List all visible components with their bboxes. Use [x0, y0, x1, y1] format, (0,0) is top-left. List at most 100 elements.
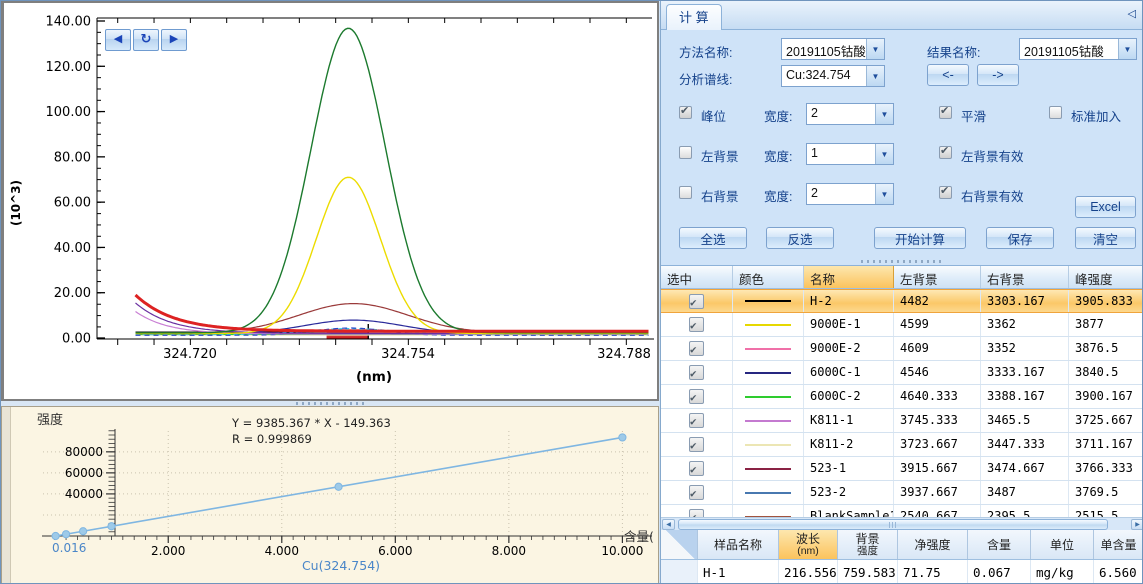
svg-text:含量(: 含量( [624, 529, 654, 544]
left-bg-cell: 4546 [894, 361, 981, 384]
results-header-1[interactable]: 颜色 [733, 266, 804, 288]
start-calculation-button[interactable]: 开始计算 [874, 227, 966, 249]
refresh-icon[interactable]: ↻ [133, 29, 159, 51]
sample-name-cell: 9000E-1 [804, 313, 894, 336]
prev-result-button[interactable]: <- [927, 64, 969, 86]
results-header-0[interactable]: 选中 [661, 266, 733, 288]
sample-name-cell: 9000E-2 [804, 337, 894, 360]
sample-name-cell: K811-2 [804, 433, 894, 456]
left-bg-width-dropdown[interactable]: 1 ▼ [806, 143, 894, 165]
row-checkbox[interactable]: ✔ [689, 294, 704, 309]
left-bg-cell: 4599 [894, 313, 981, 336]
next-result-button[interactable]: -> [977, 64, 1019, 86]
svg-text:Y = 9385.367 * X - 149.363: Y = 9385.367 * X - 149.363 [231, 416, 391, 430]
table-row[interactable]: ✔523-13915.6673474.6673766.333 [661, 457, 1143, 481]
series-color-swatch [745, 492, 791, 494]
sample-header-6[interactable]: 单位 [1031, 530, 1094, 559]
svg-text:2.000: 2.000 [151, 544, 185, 558]
save-button[interactable]: 保存 [986, 227, 1054, 249]
row-checkbox[interactable]: ✔ [689, 485, 704, 500]
series-color-swatch [745, 396, 791, 398]
panel-splitter[interactable] [661, 257, 1143, 265]
scroll-right-icon[interactable]: ▶ [1131, 519, 1143, 530]
analysis-line-dropdown[interactable]: Cu:324.754 ▼ [781, 65, 885, 87]
results-header-3[interactable]: 左背景 [894, 266, 981, 288]
svg-text:8.000: 8.000 [492, 544, 526, 558]
scan-prev-button[interactable]: ◀ [105, 29, 131, 51]
method-name-value: 20191105钴酸 [782, 39, 866, 59]
horizontal-scrollbar[interactable]: ◀ ▶ [661, 517, 1143, 530]
peak-position-checkbox[interactable]: ✔ [679, 106, 692, 119]
peak-width-value: 2 [807, 104, 875, 124]
table-row[interactable]: ✔H-244823303.1673905.833 [661, 289, 1143, 313]
sample-row[interactable]: H-1216.556759.58371.750.067mg/kg6.560 [661, 560, 1143, 584]
tab-calculate[interactable]: 计 算 [666, 4, 722, 30]
unit-content-cell: 6.560 [1094, 560, 1143, 584]
dropdown-arrow-icon[interactable]: ▼ [875, 184, 893, 204]
dropdown-arrow-icon[interactable]: ▼ [1118, 39, 1136, 59]
result-name-value: 20191105钴酸 [1020, 39, 1118, 59]
method-name-dropdown[interactable]: 20191105钴酸 ▼ [781, 38, 885, 60]
table-row[interactable]: ✔523-23937.66734873769.5 [661, 481, 1143, 505]
table-row[interactable]: ✔6000C-145463333.1673840.5 [661, 361, 1143, 385]
results-header-2[interactable]: 名称 [804, 266, 894, 288]
right-bg-valid-checkbox[interactable]: ✔ [939, 186, 952, 199]
smooth-checkbox[interactable]: ✔ [939, 106, 952, 119]
scan-next-button[interactable]: ▶ [161, 29, 187, 51]
right-background-checkbox[interactable]: ✔ [679, 186, 692, 199]
row-checkbox[interactable]: ✔ [689, 365, 704, 380]
standard-addition-checkbox[interactable]: ✔ [1049, 106, 1062, 119]
sample-header-3[interactable]: 背景强度 [838, 530, 898, 559]
standard-addition-label: 标准加入 [1071, 106, 1121, 125]
splitter-grip[interactable] [861, 260, 945, 263]
splitter-grip[interactable] [296, 402, 366, 405]
dropdown-arrow-icon[interactable]: ▼ [866, 39, 884, 59]
sample-name-cell: H-1 [698, 560, 779, 584]
excel-button[interactable]: Excel [1075, 196, 1136, 218]
svg-text:80.00: 80.00 [54, 150, 91, 165]
sample-name-cell: H-2 [804, 290, 894, 312]
dropdown-arrow-icon[interactable]: ▼ [875, 144, 893, 164]
sample-header-2[interactable]: 波长(nm) [779, 530, 838, 559]
table-row[interactable]: ✔9000E-1459933623877 [661, 313, 1143, 337]
right-bg-width-dropdown[interactable]: 2 ▼ [806, 183, 894, 205]
scrollbar-thumb[interactable] [678, 519, 1108, 530]
row-checkbox[interactable]: ✔ [689, 389, 704, 404]
table-row[interactable]: ✔6000C-24640.3333388.1673900.167 [661, 385, 1143, 409]
svg-text:4.000: 4.000 [265, 544, 299, 558]
left-bg-valid-checkbox[interactable]: ✔ [939, 146, 952, 159]
dropdown-arrow-icon[interactable]: ▼ [866, 66, 884, 86]
spectral-chart-panel: 140.00120.00100.0080.0060.0040.0020.000.… [1, 1, 659, 401]
svg-text:60000: 60000 [65, 466, 103, 480]
peak-width-dropdown[interactable]: 2 ▼ [806, 103, 894, 125]
row-checkbox[interactable]: ✔ [689, 413, 704, 428]
table-row[interactable]: ✔K811-23723.6673447.3333711.167 [661, 433, 1143, 457]
select-all-button[interactable]: 全选 [679, 227, 747, 249]
content-cell: 0.067 [968, 560, 1031, 584]
left-bg-width-value: 1 [807, 144, 875, 164]
sample-header-1[interactable]: 样品名称 [698, 530, 779, 559]
results-header-4[interactable]: 右背景 [981, 266, 1069, 288]
row-checkbox[interactable]: ✔ [689, 317, 704, 332]
sample-header-5[interactable]: 含量 [968, 530, 1031, 559]
svg-text:10.000: 10.000 [601, 544, 643, 558]
sample-header-4[interactable]: 净强度 [898, 530, 968, 559]
row-checkbox[interactable]: ✔ [689, 461, 704, 476]
result-name-dropdown[interactable]: 20191105钴酸 ▼ [1019, 38, 1137, 60]
dropdown-arrow-icon[interactable]: ▼ [875, 104, 893, 124]
table-row[interactable]: ✔9000E-2460933523876.5 [661, 337, 1143, 361]
method-name-label: 方法名称: [679, 42, 732, 61]
scroll-left-icon[interactable]: ◀ [662, 519, 675, 530]
clear-button[interactable]: 清空 [1075, 227, 1136, 249]
row-checkbox[interactable]: ✔ [689, 341, 704, 356]
results-header-5[interactable]: 峰强度 [1069, 266, 1143, 288]
left-background-checkbox[interactable]: ✔ [679, 146, 692, 159]
peak-position-label: 峰位 [701, 106, 726, 125]
panel-gutter [2, 407, 11, 584]
table-row[interactable]: ✔K811-13745.3333465.53725.667 [661, 409, 1143, 433]
row-checkbox[interactable]: ✔ [689, 437, 704, 452]
sample-header-7[interactable]: 单含量 [1094, 530, 1143, 559]
collapse-panel-icon[interactable]: ◁ [1128, 7, 1136, 20]
left-bg-cell: 3937.667 [894, 481, 981, 504]
invert-selection-button[interactable]: 反选 [766, 227, 834, 249]
